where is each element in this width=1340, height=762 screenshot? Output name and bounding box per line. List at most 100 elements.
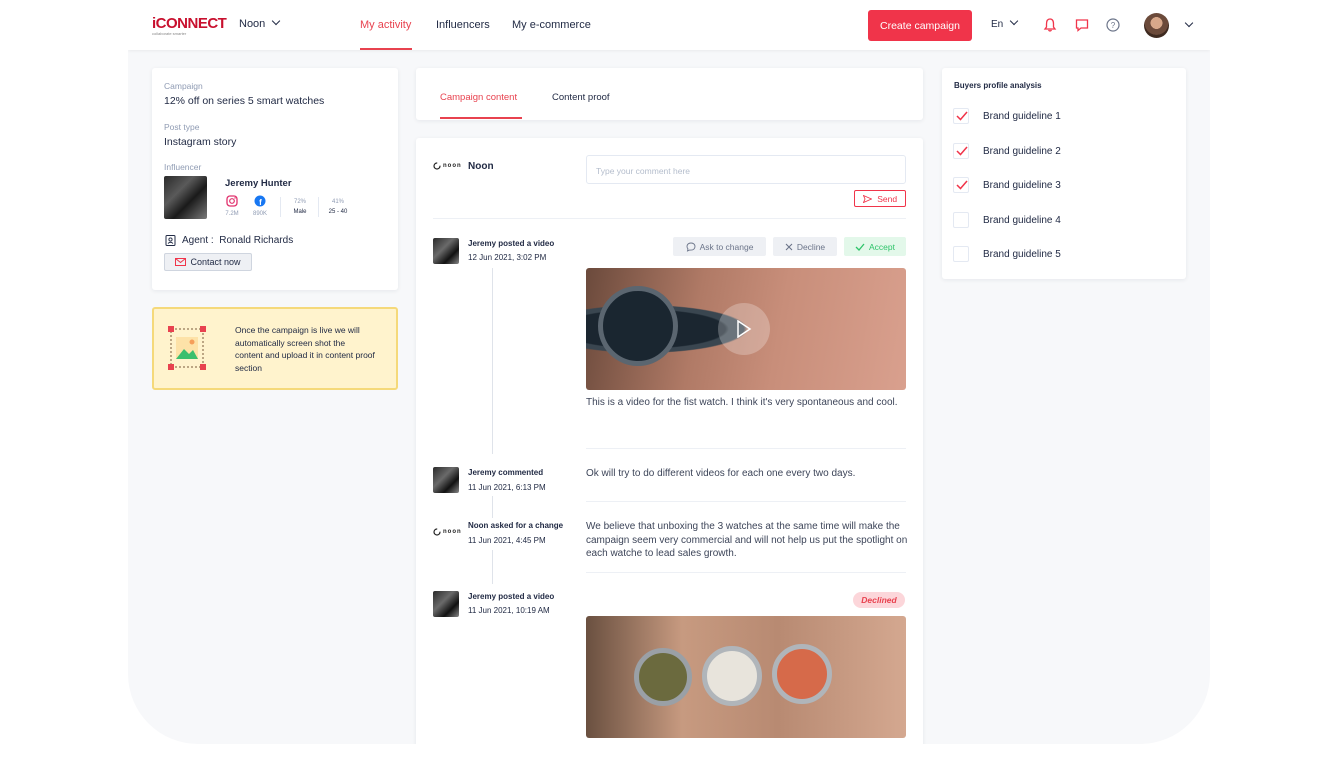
mail-icon bbox=[175, 258, 187, 266]
guideline-item-1[interactable]: Brand guideline 1 bbox=[953, 108, 1061, 124]
guidelines-title: Buyers profile analysis bbox=[954, 81, 1042, 90]
tab-content-proof[interactable]: Content proof bbox=[552, 92, 610, 103]
ask-to-change-button[interactable]: Ask to change bbox=[673, 237, 766, 256]
language-selector[interactable]: En bbox=[991, 16, 1019, 30]
checkbox-checked[interactable] bbox=[953, 143, 969, 159]
influencer-name[interactable]: Jeremy Hunter bbox=[225, 178, 292, 189]
checkbox-checked[interactable] bbox=[953, 177, 969, 193]
campaign-value: 12% off on series 5 smart watches bbox=[164, 95, 325, 107]
gender-percent: 72% bbox=[293, 199, 306, 205]
app-frame: iCONNECT collaborate smarter Noon My acti… bbox=[128, 0, 1210, 744]
watch-graphic bbox=[702, 646, 762, 706]
post-avatar bbox=[433, 591, 459, 617]
checkbox-checked[interactable] bbox=[953, 108, 969, 124]
comment-icon bbox=[686, 242, 696, 252]
chevron-down-icon bbox=[272, 16, 281, 26]
influencer-photo[interactable] bbox=[164, 176, 207, 219]
comment-input[interactable]: Type your comment here bbox=[586, 155, 906, 184]
watch-face-graphic bbox=[598, 286, 678, 366]
check-icon bbox=[956, 180, 968, 190]
svg-text:f: f bbox=[259, 198, 262, 207]
contact-now-button[interactable]: Contact now bbox=[164, 253, 252, 271]
instagram-followers: 7.2M bbox=[225, 211, 239, 217]
post-author: Jeremy posted a video bbox=[468, 239, 555, 248]
divider bbox=[586, 572, 906, 573]
content-proof-info-box: Once the campaign is live we will automa… bbox=[152, 307, 398, 390]
chat-icon[interactable] bbox=[1074, 17, 1090, 33]
post-type-label: Post type bbox=[164, 122, 200, 132]
guideline-item-4[interactable]: Brand guideline 4 bbox=[953, 212, 1061, 228]
help-icon[interactable]: ? bbox=[1105, 17, 1121, 33]
screenshot-icon bbox=[168, 326, 206, 370]
tab-campaign-content[interactable]: Campaign content bbox=[440, 92, 517, 103]
comment-text: We believe that unboxing the 3 watches a… bbox=[586, 521, 908, 559]
post-author: Noon asked for a change bbox=[468, 521, 564, 530]
guideline-item-3[interactable]: Brand guideline 3 bbox=[953, 177, 1061, 193]
influencer-label: Influencer bbox=[164, 162, 202, 172]
agent-info: Agent : Ronald Richards bbox=[182, 235, 294, 246]
noon-logo-text: noon bbox=[443, 529, 462, 535]
post-type-value: Instagram story bbox=[164, 136, 237, 148]
composer-brand-name: Noon bbox=[468, 161, 494, 172]
tab-active-indicator bbox=[440, 117, 522, 119]
top-navigation: iCONNECT collaborate smarter Noon My acti… bbox=[128, 0, 1210, 50]
watch-graphic bbox=[772, 644, 832, 704]
accept-button[interactable]: Accept bbox=[844, 237, 906, 256]
divider bbox=[318, 197, 319, 217]
noon-logo-text: noon bbox=[443, 163, 462, 169]
nav-my-ecommerce[interactable]: My e-commerce bbox=[512, 19, 591, 31]
post-author: Jeremy posted a video bbox=[468, 592, 555, 601]
instagram-icon bbox=[226, 195, 238, 207]
guideline-item-2[interactable]: Brand guideline 2 bbox=[953, 143, 1061, 159]
post-timestamp: 11 Jun 2021, 6:13 PM bbox=[468, 483, 546, 492]
post-avatar bbox=[433, 467, 459, 493]
post-timestamp: 12 Jun 2021, 3:02 PM bbox=[468, 253, 547, 262]
info-text: Once the campaign is live we will automa… bbox=[235, 325, 375, 373]
post-caption: This is a video for the fist watch. I th… bbox=[586, 397, 898, 408]
user-avatar[interactable] bbox=[1144, 13, 1169, 38]
checkbox-unchecked[interactable] bbox=[953, 212, 969, 228]
divider bbox=[280, 197, 281, 217]
chevron-down-icon[interactable] bbox=[1184, 18, 1194, 28]
send-icon bbox=[862, 194, 873, 203]
send-button[interactable]: Send bbox=[854, 190, 906, 207]
noon-logo-icon bbox=[433, 162, 441, 170]
nav-my-activity[interactable]: My activity bbox=[360, 19, 411, 31]
divider bbox=[586, 448, 906, 449]
video-thumbnail[interactable] bbox=[586, 616, 906, 738]
check-icon bbox=[956, 111, 968, 121]
post-timestamp: 11 Jun 2021, 4:45 PM bbox=[468, 536, 546, 545]
post-timestamp: 11 Jun 2021, 10:19 AM bbox=[468, 606, 550, 615]
decline-button[interactable]: Decline bbox=[773, 237, 837, 256]
close-icon bbox=[785, 243, 793, 250]
divider bbox=[586, 501, 906, 502]
brand-selector[interactable]: Noon bbox=[239, 16, 281, 30]
video-thumbnail[interactable] bbox=[586, 268, 906, 390]
timeline-connector bbox=[492, 268, 493, 454]
campaign-details-card: Campaign 12% off on series 5 smart watch… bbox=[152, 68, 398, 290]
check-icon bbox=[956, 146, 968, 156]
gender-value: Male bbox=[293, 209, 307, 215]
logo[interactable]: iCONNECT collaborate smarter bbox=[152, 15, 227, 36]
post-author: Jeremy commented bbox=[468, 468, 544, 477]
play-icon[interactable] bbox=[718, 303, 770, 355]
bell-icon[interactable] bbox=[1042, 17, 1058, 33]
comment-text: Ok will try to do different videos for e… bbox=[586, 468, 856, 479]
age-percent: 41% bbox=[331, 199, 344, 205]
create-campaign-button[interactable]: Create campaign bbox=[868, 10, 972, 41]
checkbox-unchecked[interactable] bbox=[953, 246, 969, 262]
guideline-item-5[interactable]: Brand guideline 5 bbox=[953, 246, 1061, 262]
nav-active-indicator bbox=[360, 48, 412, 50]
svg-text:?: ? bbox=[1111, 21, 1116, 30]
age-range: 25 - 40 bbox=[328, 209, 348, 215]
noon-logo-icon bbox=[433, 528, 441, 536]
agent-icon bbox=[165, 235, 176, 246]
chevron-down-icon bbox=[1009, 16, 1019, 26]
campaign-label: Campaign bbox=[164, 81, 203, 91]
post-avatar bbox=[433, 238, 459, 264]
watch-graphic bbox=[634, 648, 692, 706]
nav-influencers[interactable]: Influencers bbox=[436, 19, 490, 31]
check-icon bbox=[855, 243, 865, 251]
timeline-connector bbox=[492, 496, 493, 518]
declined-status-badge: Declined bbox=[853, 592, 905, 608]
